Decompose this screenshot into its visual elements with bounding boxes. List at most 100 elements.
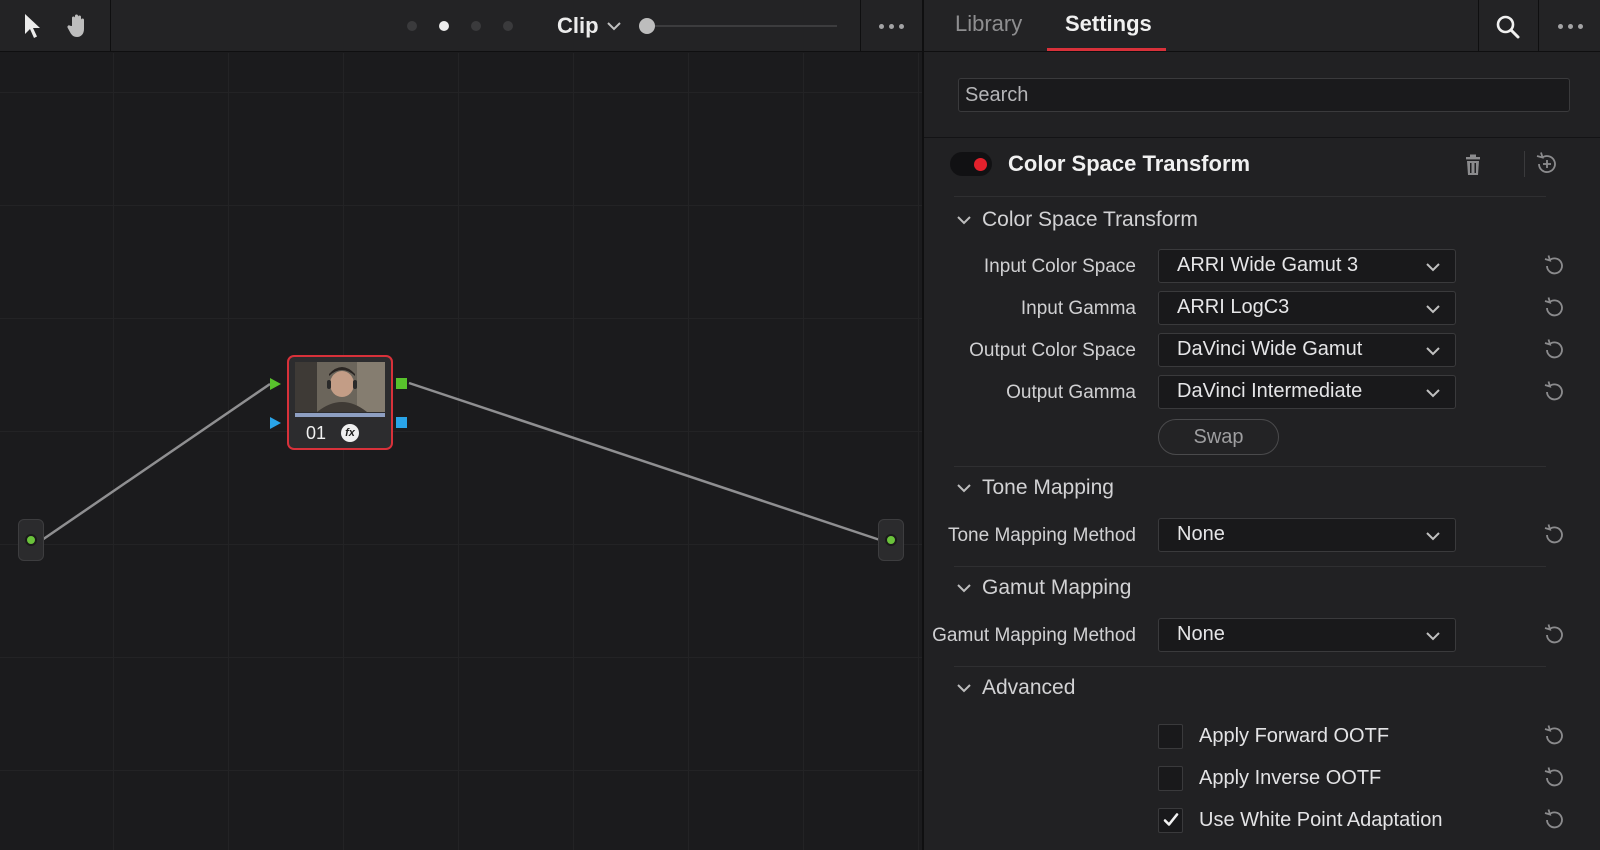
checkmark-icon <box>1163 813 1178 826</box>
tone-mapping-method-label: Tone Mapping Method <box>947 525 1136 546</box>
white-point-adaptation-row[interactable]: Use White Point Adaptation <box>1158 806 1442 834</box>
apply-forward-ootf-row[interactable]: Apply Forward OOTF <box>1158 722 1389 750</box>
divider <box>954 466 1546 467</box>
effect-enable-toggle[interactable] <box>950 152 992 176</box>
reset-forward-ootf-button[interactable] <box>1541 723 1567 749</box>
node-mode-dropdown[interactable]: Clip <box>557 13 599 39</box>
chevron-down-icon <box>957 684 971 693</box>
header-divider <box>1538 0 1539 52</box>
dropdown-value: ARRI Wide Gamut 3 <box>1177 254 1359 276</box>
reset-white-point-button[interactable] <box>1541 807 1567 833</box>
reset-input-gamma-button[interactable] <box>1541 295 1567 321</box>
dropdown-value: None <box>1177 623 1225 645</box>
reset-inverse-ootf-button[interactable] <box>1541 765 1567 791</box>
delete-effect-button[interactable] <box>1459 151 1487 179</box>
hand-icon <box>67 14 84 37</box>
effect-title: Color Space Transform <box>1008 151 1251 176</box>
corrector-node[interactable]: 01 fx <box>287 355 393 450</box>
input-gamma-dropdown[interactable]: ARRI LogC3 <box>1158 291 1456 325</box>
zoom-slider-track[interactable] <box>645 25 837 27</box>
output-color-space-dropdown[interactable]: DaVinci Wide Gamut <box>1158 333 1456 367</box>
zoom-slider-handle[interactable] <box>639 18 655 34</box>
page-dot-4[interactable] <box>503 21 513 31</box>
input-color-space-dropdown[interactable]: ARRI Wide Gamut 3 <box>1158 249 1456 283</box>
divider <box>954 566 1546 567</box>
trash-icon <box>1466 154 1480 175</box>
apply-inverse-ootf-row[interactable]: Apply Inverse OOTF <box>1158 764 1381 792</box>
chevron-down-icon <box>957 484 971 493</box>
page-dot-1[interactable] <box>407 21 417 31</box>
gamut-mapping-method-dropdown[interactable]: None <box>1158 618 1456 652</box>
search-icon <box>1496 15 1520 39</box>
gamut-mapping-method-label: Gamut Mapping Method <box>932 625 1136 646</box>
chevron-down-icon <box>957 216 971 225</box>
divider <box>924 137 1600 138</box>
section-gamut-mapping[interactable]: Gamut Mapping <box>956 574 1131 602</box>
fx-badge-icon: fx <box>341 424 359 442</box>
reset-icon <box>1544 624 1563 644</box>
section-color-space-transform[interactable]: Color Space Transform <box>956 206 1198 234</box>
output-input-dot[interactable] <box>885 534 897 546</box>
swap-button[interactable]: Swap <box>1158 419 1279 455</box>
chevron-down-icon <box>1426 632 1440 641</box>
node-graph-canvas[interactable] <box>0 53 922 850</box>
section-title: Advanced <box>982 676 1076 699</box>
reset-output-gamma-button[interactable] <box>1541 379 1567 405</box>
inspector-more-button[interactable] <box>1546 10 1594 42</box>
reset-effect-button[interactable] <box>1532 149 1562 179</box>
more-icon-dot <box>1577 23 1583 29</box>
tone-mapping-method-dropdown[interactable]: None <box>1158 518 1456 552</box>
node-key-bar <box>295 413 385 417</box>
key-input-port[interactable] <box>270 417 281 429</box>
reset-icon <box>1544 767 1563 787</box>
apply-forward-ootf-checkbox[interactable] <box>1158 723 1183 749</box>
page-dot-3[interactable] <box>471 21 481 31</box>
pointer-tool-button[interactable] <box>12 6 52 46</box>
reset-output-color-space-button[interactable] <box>1541 337 1567 363</box>
reset-tone-mapping-button[interactable] <box>1541 522 1567 548</box>
chevron-down-icon <box>1426 263 1440 272</box>
tab-settings[interactable]: Settings <box>1065 11 1152 37</box>
dropdown-value: ARRI LogC3 <box>1177 296 1290 318</box>
tab-library[interactable]: Library <box>955 11 1022 37</box>
more-options-button[interactable] <box>868 10 914 42</box>
pointer-icon <box>25 14 40 38</box>
more-icon <box>1557 23 1563 29</box>
output-gamma-dropdown[interactable]: DaVinci Intermediate <box>1158 375 1456 409</box>
more-icon-dot <box>888 23 894 29</box>
hand-tool-button[interactable] <box>58 6 98 46</box>
search-button[interactable] <box>1489 8 1527 46</box>
reset-input-color-space-button[interactable] <box>1541 253 1567 279</box>
active-tab-indicator <box>1047 48 1166 51</box>
dropdown-value: DaVinci Wide Gamut <box>1177 338 1363 360</box>
more-icon <box>878 23 884 29</box>
node-number-label: 01 <box>306 423 327 443</box>
divider <box>1524 151 1525 177</box>
output-node[interactable] <box>878 519 904 561</box>
section-title: Tone Mapping <box>982 476 1114 499</box>
white-point-adaptation-checkbox[interactable] <box>1158 807 1183 833</box>
search-input[interactable] <box>958 78 1570 112</box>
node-editor-panel: Clip 01 fx <box>0 0 922 850</box>
reset-icon <box>1544 809 1563 829</box>
toolbar-divider <box>860 0 861 52</box>
page-dot-2[interactable] <box>439 21 449 31</box>
chevron-down-icon[interactable] <box>606 14 622 38</box>
output-gamma-label: Output Gamma <box>1006 382 1136 403</box>
key-output-port[interactable] <box>396 417 407 428</box>
section-tone-mapping[interactable]: Tone Mapping <box>956 474 1114 502</box>
input-gamma-label: Input Gamma <box>1020 298 1136 319</box>
section-advanced[interactable]: Advanced <box>956 674 1075 702</box>
reset-gamut-mapping-button[interactable] <box>1541 622 1567 648</box>
divider <box>954 666 1546 667</box>
source-input-node[interactable] <box>18 519 44 561</box>
source-output-dot[interactable] <box>25 534 37 546</box>
checkbox-label: Apply Forward OOTF <box>1199 724 1390 747</box>
node-thumbnail <box>295 362 385 412</box>
section-title: Color Space Transform <box>982 208 1198 231</box>
dropdown-value: DaVinci Intermediate <box>1177 380 1363 402</box>
reset-plus-icon <box>1536 152 1556 173</box>
rgb-input-port[interactable] <box>270 378 281 390</box>
rgb-output-port[interactable] <box>396 378 407 389</box>
apply-inverse-ootf-checkbox[interactable] <box>1158 765 1183 791</box>
